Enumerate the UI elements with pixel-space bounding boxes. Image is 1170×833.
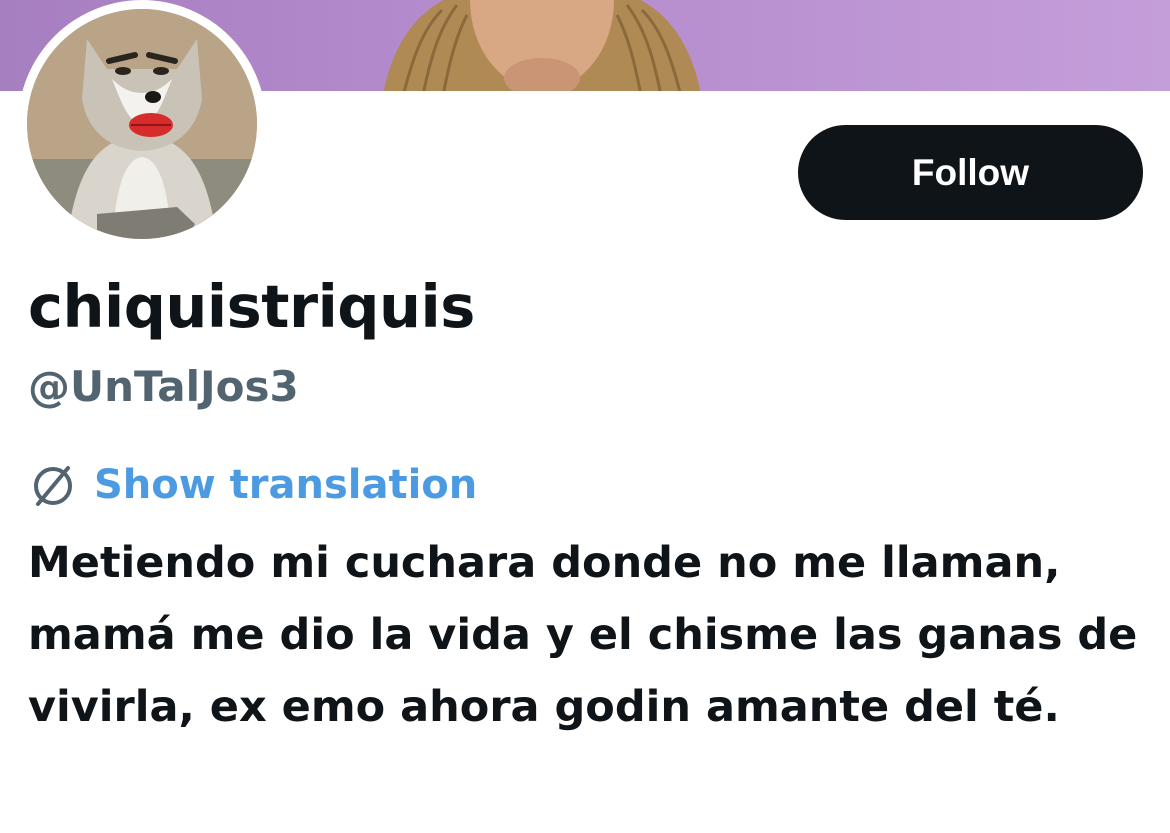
profile-bio: Metiendo mi cuchara donde no me llaman, … xyxy=(28,538,1138,732)
banner-image xyxy=(383,0,701,91)
translation-row: Show translation xyxy=(28,458,477,512)
avatar-image xyxy=(27,9,257,239)
display-name: chiquistriquis xyxy=(28,272,475,341)
translate-icon xyxy=(34,466,72,506)
user-handle: @UnTalJos3 xyxy=(28,362,299,411)
avatar[interactable] xyxy=(27,9,257,239)
show-translation-link[interactable]: Show translation xyxy=(94,462,477,508)
follow-button[interactable]: Follow xyxy=(798,125,1143,220)
